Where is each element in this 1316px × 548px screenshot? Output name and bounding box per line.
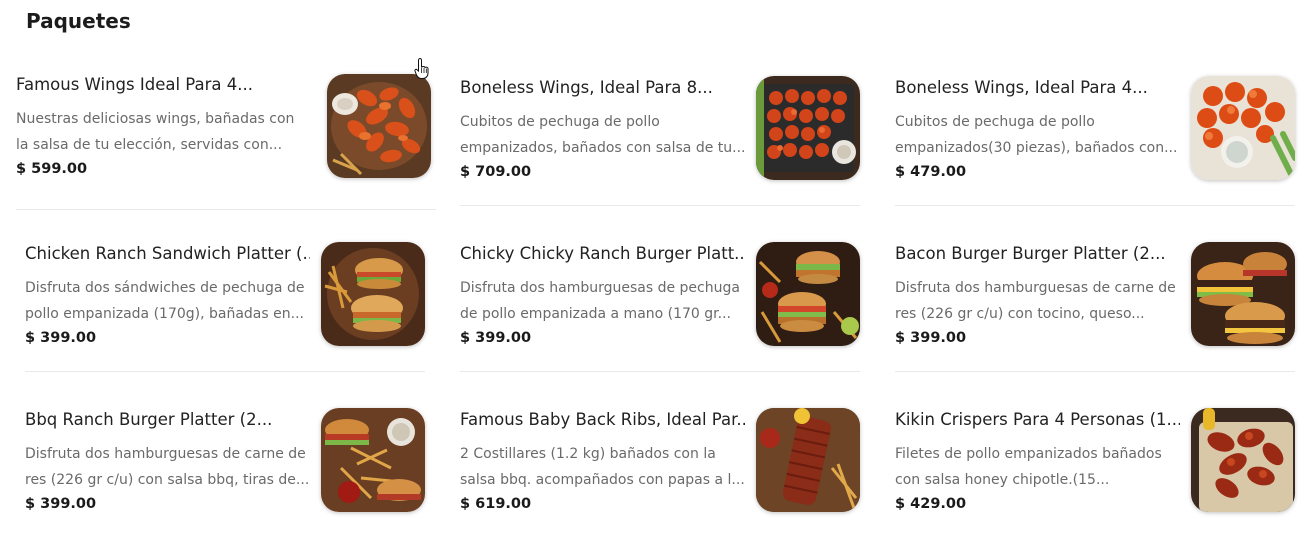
product-name[interactable]: Bacon Burger Burger Platter (2... (895, 242, 1180, 266)
product-price: $ 479.00 (895, 164, 967, 180)
product-card[interactable]: Boneless Wings, Ideal Para 8... Cubitos … (460, 76, 880, 216)
product-info: Kikin Crispers Para 4 Personas (1... Fil… (895, 408, 1180, 512)
product-description-line: Disfruta dos hamburguesas de pechuga (460, 280, 740, 296)
divider (25, 371, 425, 372)
chicken-burger-image (756, 242, 860, 346)
product-card[interactable]: Bacon Burger Burger Platter (2... Disfru… (895, 242, 1315, 382)
divider (895, 371, 1295, 372)
product-description: Disfruta dos hamburguesas de pechuga de … (460, 275, 745, 327)
product-card[interactable]: Chicken Ranch Sandwich Platter (... Disf… (25, 242, 445, 382)
product-description-line: de pollo empanizada a mano (170 gr... (460, 306, 731, 322)
product-description-line: res (226 gr c/u) con tocino, queso... (895, 306, 1145, 322)
ribs-image (756, 408, 860, 512)
product-price: $ 399.00 (460, 330, 532, 346)
product-name[interactable]: Bbq Ranch Burger Platter (2... (25, 408, 310, 432)
product-description-line: Nuestras deliciosas wings, bañadas con (16, 111, 295, 127)
product-description: Cubitos de pechuga de pollo empanizados,… (460, 109, 745, 161)
product-description-line: con salsa honey chipotle.(15... (895, 472, 1110, 488)
product-card[interactable]: Famous Wings Ideal Para 4... Nuestras de… (16, 73, 436, 213)
product-price: $ 399.00 (25, 330, 97, 346)
product-description-line: Disfruta dos hamburguesas de carne de (25, 446, 306, 462)
product-description-line: pollo empanizada (170g), bañadas en... (25, 306, 304, 322)
product-description-line: Disfruta dos sándwiches de pechuga de (25, 280, 305, 296)
crispers-image (1191, 408, 1295, 512)
product-description: Disfruta dos sándwiches de pechuga de po… (25, 275, 310, 327)
product-description-line: empanizados, bañados con salsa de tu... (460, 140, 745, 156)
product-card[interactable]: Famous Baby Back Ribs, Ideal Par... 2 Co… (460, 408, 880, 548)
boneless-tray-image (756, 76, 860, 180)
product-name[interactable]: Boneless Wings, Ideal Para 4... (895, 76, 1180, 100)
product-info: Chicky Chicky Ranch Burger Platt... Disf… (460, 242, 745, 346)
product-description-line: Filetes de pollo empanizados bañados (895, 446, 1162, 462)
product-description-line: 2 Costillares (1.2 kg) bañados con la (460, 446, 716, 462)
product-price: $ 619.00 (460, 496, 532, 512)
product-card[interactable]: Kikin Crispers Para 4 Personas (1... Fil… (895, 408, 1315, 548)
product-description: Disfruta dos hamburguesas de carne de re… (25, 441, 310, 493)
product-description: Disfruta dos hamburguesas de carne de re… (895, 275, 1180, 327)
product-description-line: la salsa de tu elección, servidas con... (16, 137, 283, 153)
product-name[interactable]: Boneless Wings, Ideal Para 8... (460, 76, 745, 100)
product-info: Famous Wings Ideal Para 4... Nuestras de… (16, 73, 301, 177)
divider (460, 371, 860, 372)
product-info: Chicken Ranch Sandwich Platter (... Disf… (25, 242, 310, 346)
section-title: Paquetes (26, 9, 131, 33)
product-description: Nuestras deliciosas wings, bañadas con l… (16, 106, 301, 158)
product-name[interactable]: Famous Wings Ideal Para 4... (16, 73, 301, 97)
product-image[interactable] (756, 76, 860, 180)
product-image[interactable] (1191, 76, 1295, 180)
product-name[interactable]: Chicky Chicky Ranch Burger Platt... (460, 242, 745, 266)
divider (16, 209, 436, 210)
divider (460, 205, 860, 206)
bbq-burger-image (321, 408, 425, 512)
product-info: Famous Baby Back Ribs, Ideal Par... 2 Co… (460, 408, 745, 512)
product-description-line: salsa bbq. acompañados con papas a l... (460, 472, 745, 488)
product-description-line: Cubitos de pechuga de pollo (895, 114, 1095, 130)
product-info: Boneless Wings, Ideal Para 4... Cubitos … (895, 76, 1180, 180)
product-price: $ 399.00 (25, 496, 97, 512)
bacon-burger-image (1191, 242, 1295, 346)
product-description-line: Disfruta dos hamburguesas de carne de (895, 280, 1176, 296)
product-description-line: res (226 gr c/u) con salsa bbq, tiras de… (25, 472, 310, 488)
product-card[interactable]: Chicky Chicky Ranch Burger Platt... Disf… (460, 242, 880, 382)
product-info: Bacon Burger Burger Platter (2... Disfru… (895, 242, 1180, 346)
product-image[interactable] (321, 242, 425, 346)
product-price: $ 709.00 (460, 164, 532, 180)
product-image[interactable] (1191, 408, 1295, 512)
product-price: $ 399.00 (895, 330, 967, 346)
product-description-line: empanizados(30 piezas), bañados con... (895, 140, 1178, 156)
chicken-sandwich-image (321, 242, 425, 346)
product-name[interactable]: Famous Baby Back Ribs, Ideal Par... (460, 408, 745, 432)
hand-pointer-icon (414, 58, 429, 79)
divider (895, 205, 1295, 206)
product-card[interactable]: Bbq Ranch Burger Platter (2... Disfruta … (25, 408, 445, 548)
product-image[interactable] (1191, 242, 1295, 346)
product-image[interactable] (327, 74, 431, 178)
product-name[interactable]: Kikin Crispers Para 4 Personas (1... (895, 408, 1180, 432)
boneless-plate-image (1191, 76, 1295, 180)
product-description: 2 Costillares (1.2 kg) bañados con la sa… (460, 441, 745, 493)
product-description: Filetes de pollo empanizados bañados con… (895, 441, 1180, 493)
product-card[interactable]: Boneless Wings, Ideal Para 4... Cubitos … (895, 76, 1315, 216)
product-description: Cubitos de pechuga de pollo empanizados(… (895, 109, 1180, 161)
product-name[interactable]: Chicken Ranch Sandwich Platter (... (25, 242, 310, 266)
product-price: $ 599.00 (16, 161, 88, 177)
product-price: $ 429.00 (895, 496, 967, 512)
product-info: Bbq Ranch Burger Platter (2... Disfruta … (25, 408, 310, 512)
product-image[interactable] (756, 408, 860, 512)
product-image[interactable] (756, 242, 860, 346)
product-info: Boneless Wings, Ideal Para 8... Cubitos … (460, 76, 745, 180)
wings-image (327, 74, 431, 178)
product-description-line: Cubitos de pechuga de pollo (460, 114, 660, 130)
product-image[interactable] (321, 408, 425, 512)
